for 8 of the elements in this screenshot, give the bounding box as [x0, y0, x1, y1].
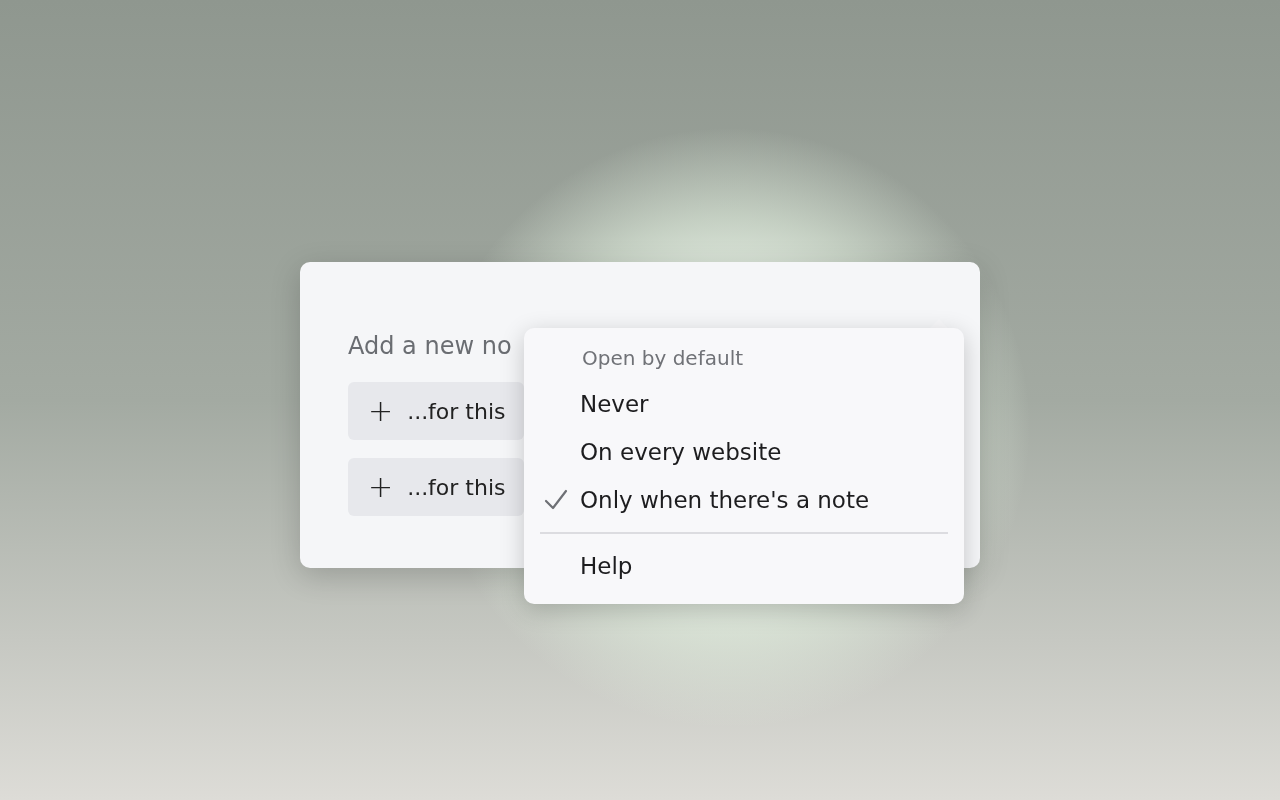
menu-header: Open by default [581, 346, 745, 372]
card-heading: Add a new no [348, 332, 512, 360]
menu-item[interactable]: Help [540, 542, 948, 590]
add-note-button[interactable]: + ...for this [348, 458, 524, 516]
menu-item[interactable]: On every website [540, 428, 948, 476]
add-note-button[interactable]: + ...for this [348, 382, 524, 440]
menu-item[interactable]: Only when there's a note [540, 476, 948, 524]
menu-item[interactable]: Never [540, 380, 948, 428]
